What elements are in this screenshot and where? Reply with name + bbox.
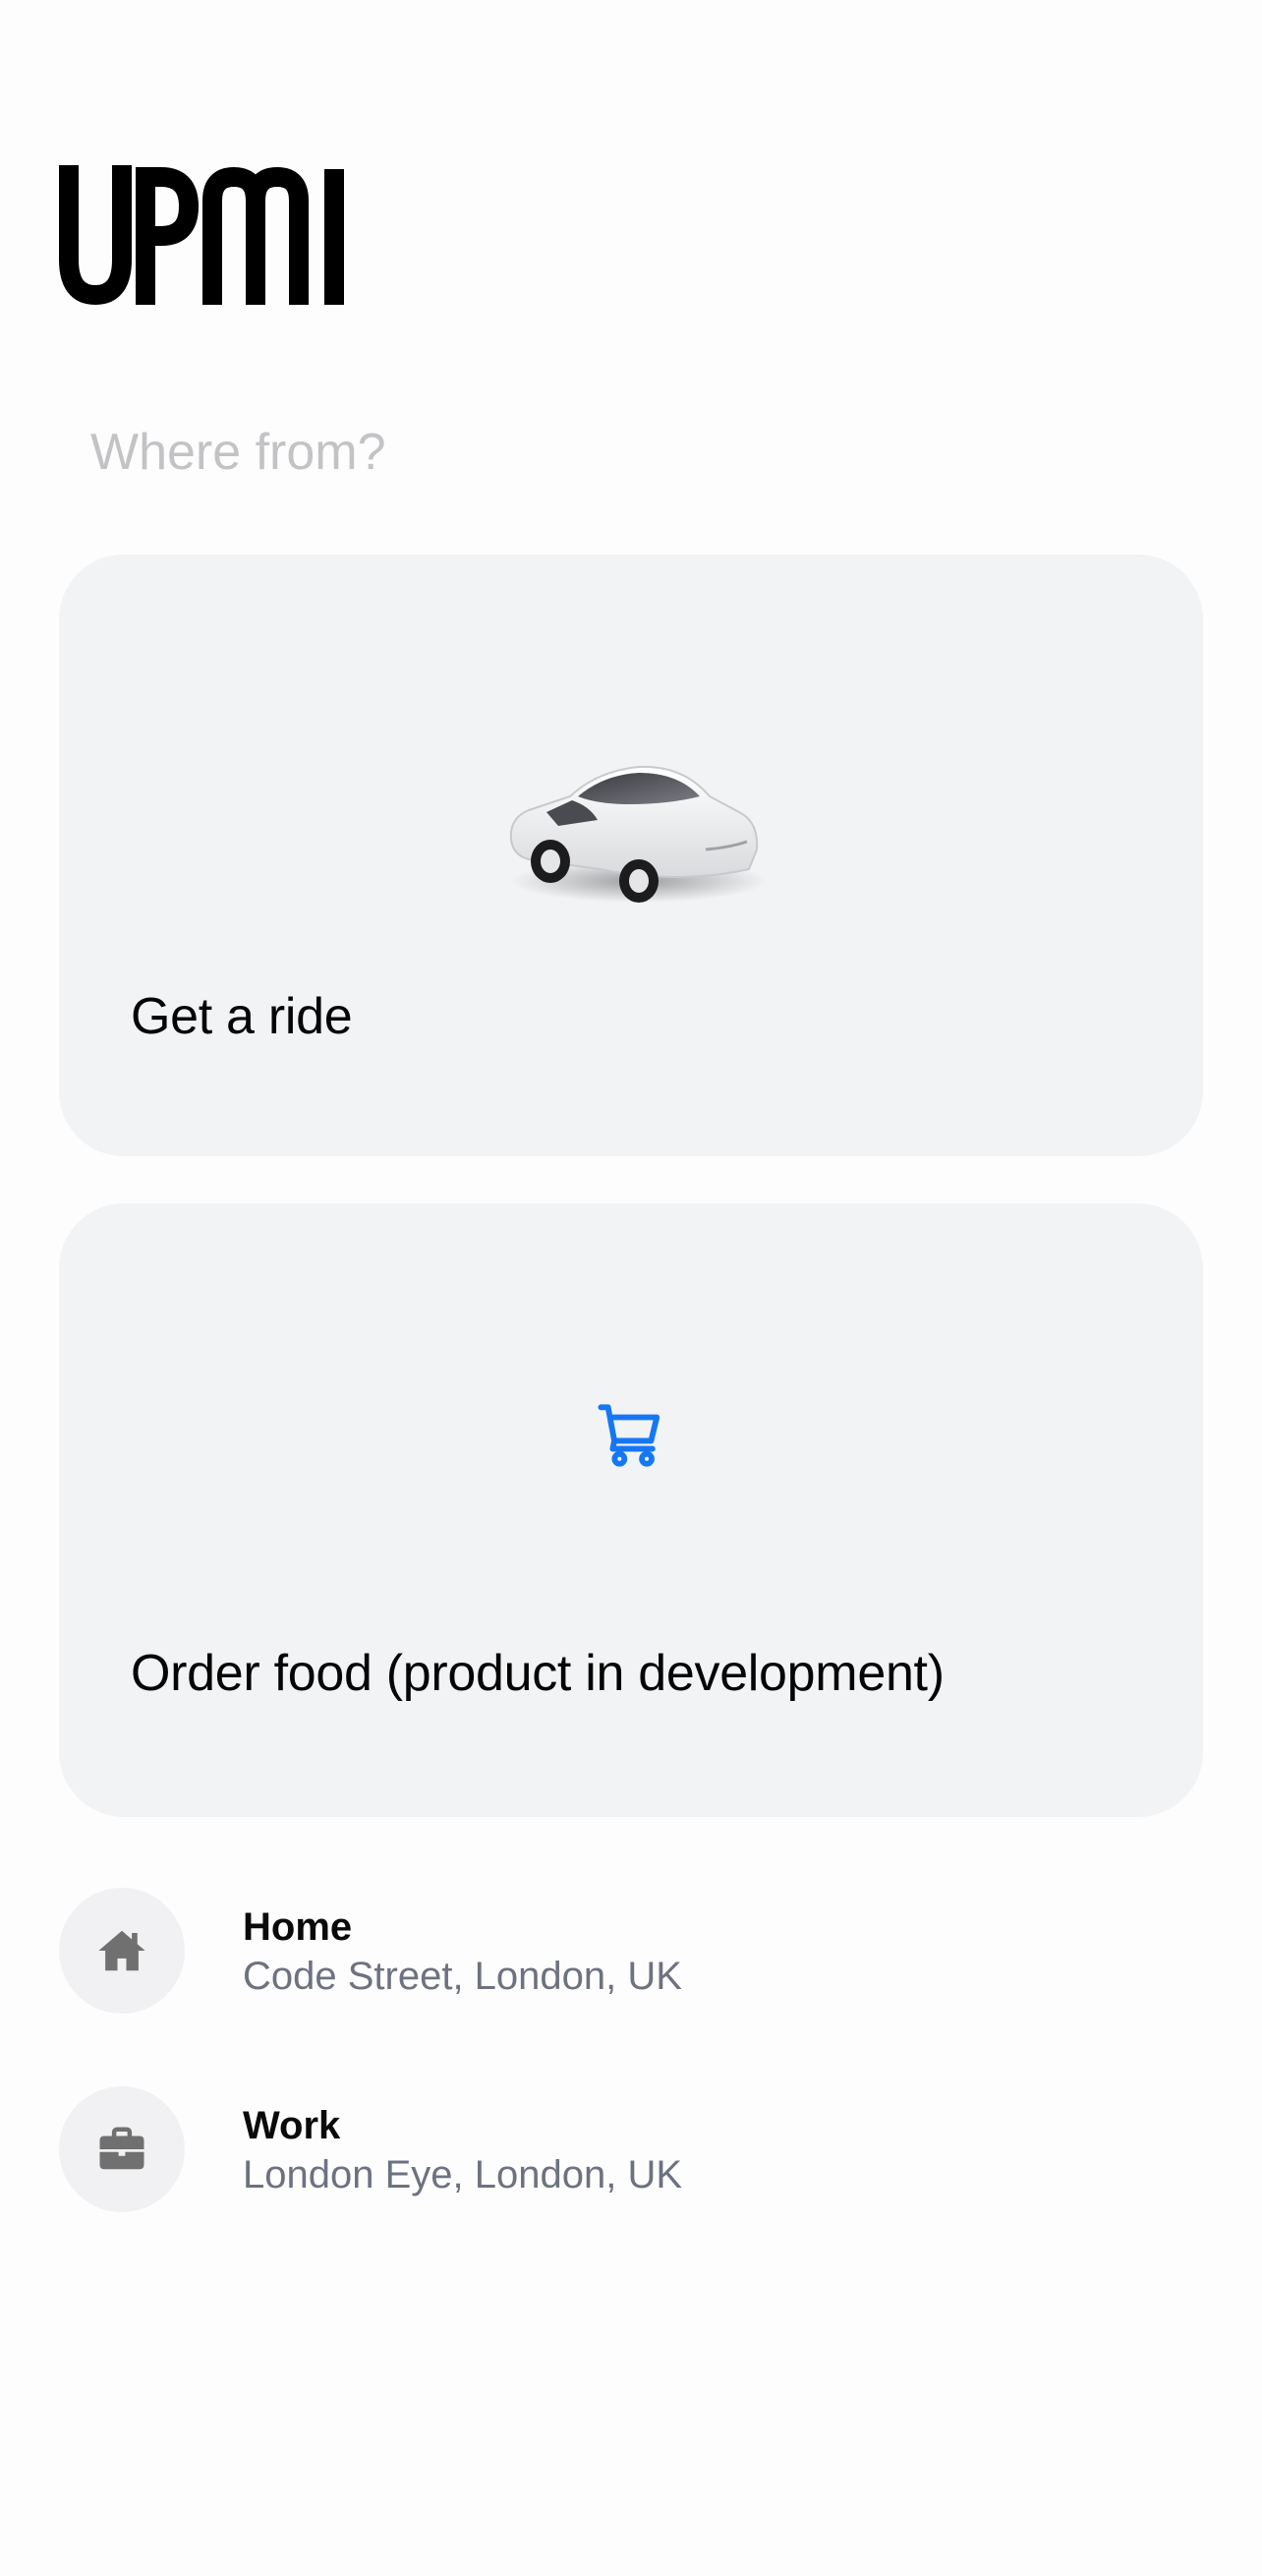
cart-icon bbox=[598, 1404, 660, 1467]
car-illustration bbox=[509, 765, 767, 903]
place-address: Code Street, London, UK bbox=[243, 1955, 682, 1998]
place-address: London Eye, London, UK bbox=[243, 2153, 683, 2196]
saved-place-home[interactable]: Home Code Street, London, UK bbox=[59, 1888, 1203, 2016]
upmi-logo bbox=[59, 165, 344, 305]
order-food-title: Order food (product in development) bbox=[131, 1645, 945, 1702]
briefcase-icon bbox=[99, 2127, 144, 2170]
home-icon-circle bbox=[59, 1888, 185, 2014]
place-name: Home bbox=[243, 1905, 353, 1949]
order-food-card[interactable]: Order food (product in development) bbox=[59, 1203, 1203, 1817]
briefcase-icon-circle bbox=[59, 2086, 185, 2212]
place-name: Work bbox=[243, 2104, 341, 2147]
where-from-input[interactable] bbox=[59, 403, 1203, 501]
home-icon bbox=[98, 1930, 145, 1971]
get-a-ride-card[interactable]: Get a ride bbox=[59, 555, 1203, 1156]
saved-place-work[interactable]: Work London Eye, London, UK bbox=[59, 2086, 1203, 2214]
get-a-ride-title: Get a ride bbox=[131, 988, 353, 1045]
